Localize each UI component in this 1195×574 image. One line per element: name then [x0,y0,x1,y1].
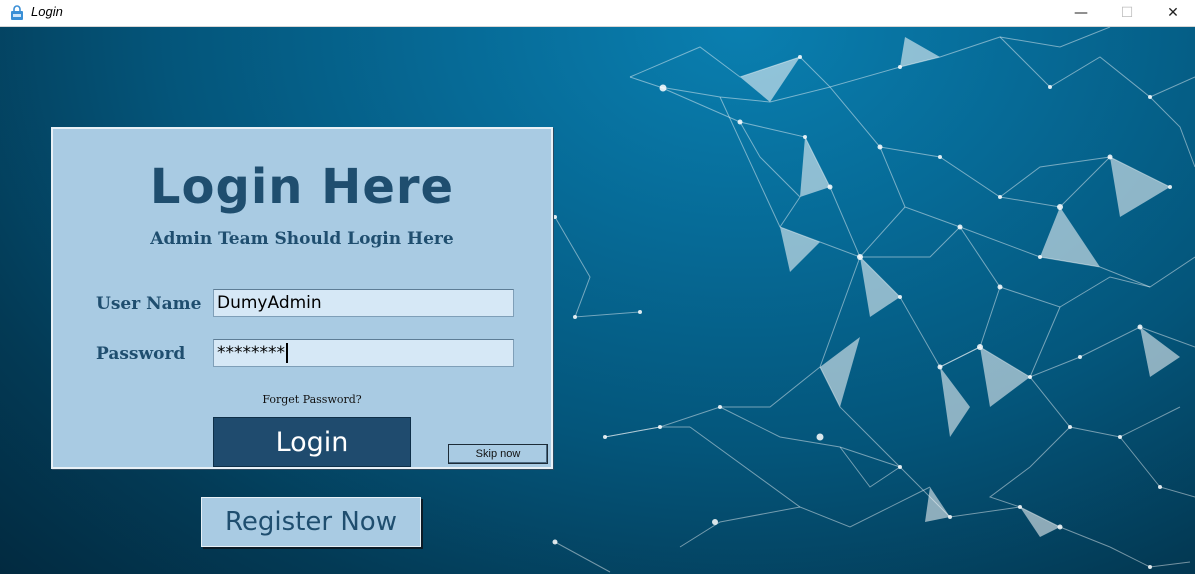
login-subtitle: Admin Team Should Login Here [150,229,454,249]
text-caret [286,343,288,363]
minimize-button[interactable]: — [1058,0,1104,26]
maximize-icon: ☐ [1120,5,1134,21]
username-field[interactable]: DumyAdmin [213,289,514,317]
skip-now-button[interactable]: Skip now [448,444,548,464]
login-title: Login Here [149,159,455,215]
password-label: Password [96,344,186,364]
lock-icon [11,5,23,20]
minimize-icon: — [1074,5,1088,21]
username-label: User Name [96,294,202,314]
maximize-button[interactable]: ☐ [1104,0,1150,26]
close-icon: ✕ [1167,5,1179,21]
login-card: Login Here Admin Team Should Login Here … [51,127,553,469]
close-button[interactable]: ✕ [1150,0,1195,26]
password-value: ******** [217,343,285,363]
register-now-button[interactable]: Register Now [201,497,421,547]
window-title: Login [31,4,63,19]
window-titlebar: Login — ☐ ✕ [0,0,1195,27]
forgot-password-link[interactable]: Forget Password? [53,393,571,406]
username-value: DumyAdmin [217,293,322,313]
password-field[interactable]: ******** [213,339,514,367]
login-button[interactable]: Login [213,417,411,467]
